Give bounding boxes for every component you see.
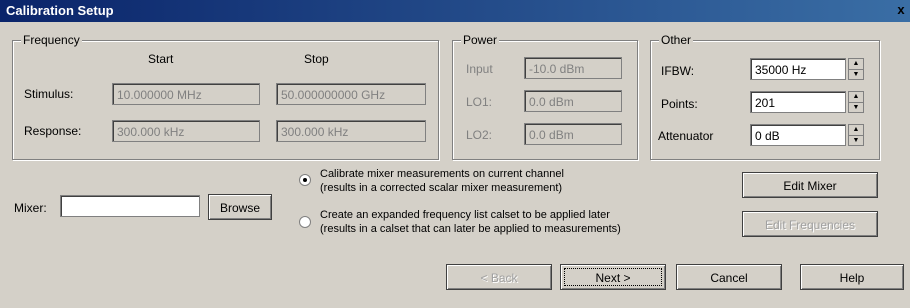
response-label: Response: — [24, 124, 82, 138]
response-start-field[interactable]: 300.000 kHz — [112, 120, 260, 142]
spin-up-icon[interactable]: ▲ — [849, 59, 863, 70]
stimulus-label: Stimulus: — [24, 87, 74, 101]
frequency-group-label: Frequency — [21, 33, 82, 47]
spin-up-icon[interactable]: ▲ — [849, 125, 863, 136]
option-detail: (results in a corrected scalar mixer mea… — [320, 182, 563, 194]
lo2-power-label: LO2: — [466, 128, 493, 142]
window-title: Calibration Setup — [6, 3, 114, 18]
points-spinner[interactable]: ▲ ▼ — [848, 91, 864, 113]
spin-down-icon[interactable]: ▼ — [849, 103, 863, 113]
help-button[interactable]: Help — [800, 264, 904, 290]
lo2-power-field[interactable]: 0.0 dBm — [524, 123, 622, 145]
stimulus-start-field[interactable]: 10.000000 MHz — [112, 83, 260, 105]
other-group-label: Other — [659, 33, 694, 47]
next-button[interactable]: Next > — [560, 264, 666, 290]
mixer-input[interactable] — [60, 195, 200, 217]
attenuator-spinner[interactable]: ▲ ▼ — [848, 124, 864, 146]
response-stop-field[interactable]: 300.000 kHz — [276, 120, 426, 142]
points-field[interactable]: 201 — [750, 91, 846, 113]
input-power-label: Input — [466, 62, 493, 76]
title-bar: Calibration Setup — [0, 0, 910, 22]
expanded-frequency-calset-text: Create an expanded frequency list calset… — [320, 208, 621, 236]
calibrate-current-channel-radio[interactable] — [299, 174, 311, 186]
cancel-button[interactable]: Cancel — [676, 264, 782, 290]
option-title: Create an expanded frequency list calset… — [320, 209, 610, 221]
option-detail: (results in a calset that can later be a… — [320, 223, 621, 235]
radio-selected-dot — [303, 178, 307, 182]
attenuator-field[interactable]: 0 dB — [750, 124, 846, 146]
browse-button[interactable]: Browse — [208, 194, 272, 220]
spin-down-icon[interactable]: ▼ — [849, 136, 863, 146]
spin-up-icon[interactable]: ▲ — [849, 92, 863, 103]
points-label: Points: — [661, 97, 698, 111]
calibrate-current-channel-text: Calibrate mixer measurements on current … — [320, 167, 564, 195]
column-start-label: Start — [148, 52, 174, 66]
edit-frequencies-button[interactable]: Edit Frequencies — [742, 211, 878, 237]
stimulus-stop-field[interactable]: 50.000000000 GHz — [276, 83, 426, 105]
lo1-power-label: LO1: — [466, 95, 493, 109]
back-button[interactable]: < Back — [446, 264, 552, 290]
column-stop-label: Stop — [304, 52, 329, 66]
lo1-power-field[interactable]: 0.0 dBm — [524, 90, 622, 112]
power-group-label: Power — [461, 33, 500, 47]
option-title: Calibrate mixer measurements on current … — [320, 168, 564, 180]
mixer-label: Mixer: — [14, 201, 47, 215]
close-icon[interactable]: x — [894, 2, 908, 18]
input-power-field[interactable]: -10.0 dBm — [524, 57, 622, 79]
expanded-frequency-calset-radio[interactable] — [299, 216, 311, 228]
ifbw-field[interactable]: 35000 Hz — [750, 58, 846, 80]
edit-mixer-button[interactable]: Edit Mixer — [742, 172, 878, 198]
spin-down-icon[interactable]: ▼ — [849, 70, 863, 80]
ifbw-spinner[interactable]: ▲ ▼ — [848, 58, 864, 80]
attenuator-label: Attenuator — [658, 129, 714, 143]
ifbw-label: IFBW: — [661, 64, 695, 78]
